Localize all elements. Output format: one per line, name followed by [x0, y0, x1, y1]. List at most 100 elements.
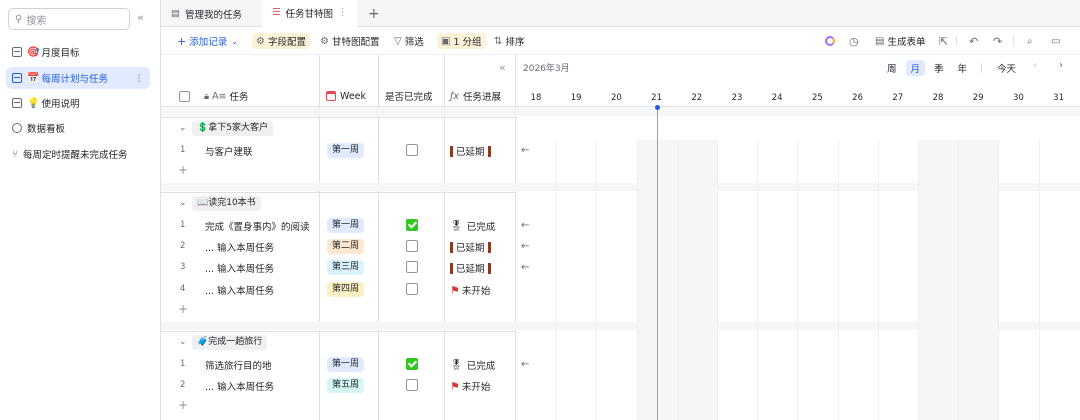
done-checkbox[interactable]	[406, 219, 418, 231]
row-number: 1	[180, 359, 186, 369]
arrow-left-icon[interactable]: ←	[521, 145, 529, 156]
gantt-gridline	[998, 354, 1000, 420]
week-tag: 第五周	[327, 378, 365, 393]
task-cell[interactable]: ... 输入本周任务	[205, 379, 274, 393]
done-checkbox[interactable]	[406, 261, 418, 273]
workflow-icon: ⑂	[12, 148, 18, 160]
gantt-day-label: 23	[731, 93, 743, 103]
sidebar-item-instructions[interactable]: 💡 使用说明	[6, 92, 150, 114]
gantt-gridline	[797, 140, 799, 223]
weekend-band	[959, 354, 999, 420]
task-cell[interactable]: ... 输入本周任务	[205, 261, 274, 275]
progress-label: 已完成	[466, 361, 496, 372]
gantt-day-label: 29	[972, 93, 984, 103]
done-checkbox[interactable]	[406, 379, 418, 391]
table-row[interactable]: 1 完成《置身事内》的阅读 第一周 🎖 已完成	[161, 215, 516, 236]
table-icon	[12, 98, 22, 108]
target-emoji-icon: 🎯	[27, 46, 40, 58]
table-row[interactable]: 4 ... 输入本周任务 第四周 ⚑ 未开始	[161, 279, 516, 300]
chevron-down-icon[interactable]: ⌄	[179, 337, 187, 347]
done-checkbox[interactable]	[406, 283, 418, 295]
sidebar-item-dashboard[interactable]: 数据看板	[6, 117, 150, 139]
task-cell[interactable]: ... 输入本周任务	[205, 283, 274, 297]
table-row[interactable]: 2 ... 输入本周任务 第五周 ⚑ 未开始	[161, 375, 516, 396]
generate-form-button[interactable]: ▤ 生成表单	[875, 33, 925, 49]
arrow-left-icon[interactable]: ←	[521, 220, 529, 231]
task-cell[interactable]: 与客户建联	[205, 144, 253, 158]
sidebar: ⚲ 搜索 « 🎯 月度目标 📅 每周计划与任务 ⋮ 💡 使用说明 数据看板 ⑂ …	[0, 0, 161, 420]
task-cell[interactable]: 完成《置身事内》的阅读	[205, 219, 310, 233]
week-tag: 第一周	[327, 143, 365, 158]
gantt-timeline: 18 19 20 21 22 23 24 25 26 27 28 29 30 31	[516, 55, 1080, 420]
bulb-emoji-icon: 💡	[27, 97, 40, 109]
redo-icon[interactable]: ↷	[993, 33, 1002, 49]
progress-label: 已延期	[456, 264, 485, 275]
search-records-icon[interactable]: ⌕	[1027, 33, 1033, 49]
arrow-left-icon[interactable]: ←	[521, 241, 529, 252]
group-label-tag: 🧳完成一趟旅行	[192, 335, 268, 350]
row-number: 1	[180, 145, 186, 155]
chevron-down-icon[interactable]: ⌄	[179, 123, 187, 133]
chevron-down-icon[interactable]: ⌄	[179, 198, 187, 208]
ai-icon[interactable]	[825, 33, 835, 49]
arrow-left-icon[interactable]: ←	[521, 262, 529, 273]
search-input[interactable]: ⚲ 搜索	[8, 8, 130, 30]
gantt-gridline	[757, 216, 759, 377]
gantt-gridline	[998, 216, 1000, 377]
table-row[interactable]: 1 与客户建联 第一周 已延期	[161, 140, 516, 161]
progress-cell: 🎖 已完成	[450, 358, 496, 373]
share-icon[interactable]: ⇱	[939, 33, 948, 49]
gantt-gridline	[596, 216, 598, 377]
weekend-band	[959, 216, 999, 377]
gantt-day-label: 30	[1012, 93, 1024, 103]
flag-icon: ⚑	[450, 379, 460, 393]
progress-label: 已完成	[466, 222, 496, 233]
group-header[interactable]: ⌄ 📖读完10本书	[161, 192, 516, 214]
collapse-sidebar-icon[interactable]: «	[137, 11, 144, 24]
sidebar-item-weekly-plan[interactable]: 📅 每周计划与任务 ⋮	[6, 67, 150, 89]
table-row[interactable]: 1 筛选旅行目的地 第一周 🎖 已完成	[161, 354, 516, 375]
gantt-gridline	[1038, 354, 1040, 420]
add-row-icon[interactable]: +	[178, 398, 188, 412]
sidebar-item-label: 每周计划与任务	[41, 74, 108, 85]
search-placeholder: 搜索	[26, 15, 47, 27]
add-row-icon[interactable]: +	[178, 163, 188, 177]
table-row[interactable]: 2 ... 输入本周任务 第二周 已延期	[161, 236, 516, 257]
done-checkbox[interactable]	[406, 144, 418, 156]
add-row-icon[interactable]: +	[178, 302, 188, 316]
sidebar-item-label: 每周定时提醒未完成任务	[23, 150, 128, 161]
row-number: 1	[180, 220, 186, 230]
gantt-day-label: 28	[932, 93, 944, 103]
gantt-gridline	[837, 140, 839, 223]
gantt-gridline	[757, 354, 759, 420]
undo-icon[interactable]: ↶	[969, 33, 978, 49]
history-icon[interactable]: ◷	[849, 33, 859, 49]
table-row[interactable]: 3 ... 输入本周任务 第三周 已延期	[161, 257, 516, 278]
generate-form-label: 生成表单	[887, 37, 926, 48]
sidebar-item-automation[interactable]: ⑂ 每周定时提醒未完成任务	[6, 143, 150, 165]
done-checkbox[interactable]	[406, 240, 418, 252]
today-line	[656, 107, 658, 420]
gantt-day-label: 21	[651, 93, 662, 103]
group-label-tag: 📖读完10本书	[192, 196, 261, 211]
gantt-gridline	[958, 140, 960, 223]
group-header[interactable]: ⌄ 💲拿下5家大客户	[161, 117, 516, 139]
done-checkbox[interactable]	[406, 358, 418, 370]
form-icon: ▤	[875, 35, 885, 47]
weekend-band	[677, 354, 717, 420]
task-cell[interactable]: 筛选旅行目的地	[205, 358, 272, 372]
sidebar-item-monthly-goals[interactable]: 🎯 月度目标	[6, 41, 150, 63]
delayed-bar-icon	[450, 145, 453, 157]
medal-icon: 🎖	[450, 220, 463, 232]
task-cell[interactable]: ... 输入本周任务	[205, 240, 274, 254]
group-header[interactable]: ⌄ 🧳完成一趟旅行	[161, 331, 516, 353]
arrow-left-icon[interactable]: ←	[521, 359, 529, 370]
group-emoji-icon: 💲	[197, 123, 209, 133]
gantt-gridline	[556, 216, 558, 377]
today-marker-dot	[654, 105, 660, 110]
progress-label: 未开始	[461, 382, 491, 393]
more-icon[interactable]: ⋮	[135, 73, 145, 84]
gantt-day-label: 26	[852, 93, 863, 103]
group-label: 拿下5家大客户	[208, 123, 268, 133]
comment-icon[interactable]: ▭	[1051, 33, 1060, 49]
